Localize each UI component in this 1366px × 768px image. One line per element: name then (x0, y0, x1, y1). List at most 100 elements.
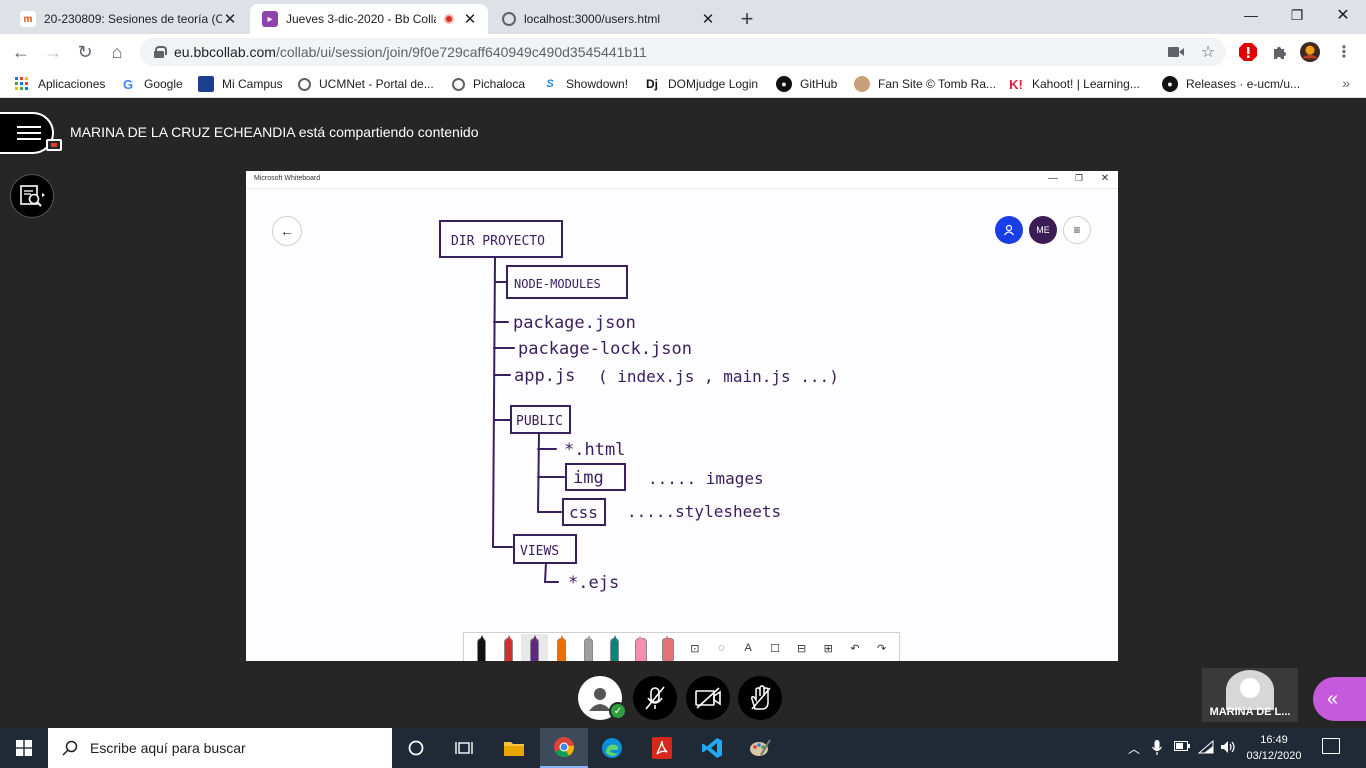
undo-icon[interactable]: ↶ (842, 634, 869, 661)
red-pen-tool[interactable] (495, 634, 522, 661)
moodle-icon: m (20, 11, 36, 27)
forward-button[interactable]: → (40, 39, 66, 65)
new-tab-button[interactable]: + (734, 6, 760, 32)
bookmark-label: Showdown! (566, 77, 629, 91)
reload-button[interactable]: ↻ (72, 39, 98, 65)
participant-avatar (1226, 670, 1274, 710)
microphone-muted-icon (645, 686, 665, 710)
sharing-status-text: MARINA DE LA CRUZ ECHEANDIA está compart… (70, 124, 479, 140)
insert-menu-icon[interactable]: ⊞ (815, 634, 842, 661)
show-hidden-icons-button[interactable]: ︿ (1128, 740, 1140, 757)
whiteboard-canvas[interactable]: ← ME ≡ DIR PROYECTO NODE-MODULES package… (246, 189, 1118, 661)
action-center-icon[interactable] (1322, 738, 1340, 754)
bookmark-ucmnet[interactable]: UCMNet - Portal de... (298, 75, 434, 93)
whiteboard-minimize-button[interactable]: — (1046, 173, 1060, 184)
paint-app[interactable] (736, 728, 784, 768)
images-note: ..... images (648, 469, 764, 488)
close-tab-icon[interactable]: ✕ (700, 10, 716, 28)
back-button[interactable]: ← (8, 39, 34, 65)
cortana-button[interactable] (392, 728, 440, 768)
edge-app[interactable] (588, 728, 636, 768)
taskbar-clock[interactable]: 16:49 03/12/2020 (1244, 732, 1304, 764)
task-view-button[interactable] (440, 728, 488, 768)
bookmark-label: Fan Site © Tomb Ra... (878, 77, 997, 91)
chrome-menu-icon[interactable]: ⋮ (1334, 42, 1354, 62)
bookmark-label: Mi Campus (222, 77, 283, 91)
tab-bb-collaborate[interactable]: ▸ Jueves 3-dic-2020 - Bb Colla ✕ (250, 4, 488, 34)
lasso-icon[interactable]: ◌ (708, 634, 735, 661)
hand-icon (751, 685, 771, 710)
home-button[interactable]: ⌂ (104, 39, 130, 65)
microphone-in-use-icon[interactable] (1151, 740, 1163, 759)
close-window-button[interactable]: ✕ (1320, 0, 1366, 30)
wifi-icon[interactable] (1197, 739, 1214, 757)
bookmark-label: Kahoot! | Learning... (1032, 77, 1140, 91)
whiteboard-inking-toolbar: ⊡ ◌ A ☐ ⊟ ⊞ ↶ ↷ (463, 632, 900, 661)
tab-sesiones-teoria[interactable]: m 20-230809: Sesiones de teoría (C ✕ (8, 4, 248, 34)
bookmark-kahoot[interactable]: K! Kahoot! | Learning... (1008, 75, 1140, 93)
tab-title: 20-230809: Sesiones de teoría (C (44, 12, 222, 26)
camera-button[interactable] (686, 676, 730, 720)
teal-pen-tool[interactable] (601, 634, 628, 661)
close-tab-icon[interactable]: ✕ (462, 10, 478, 28)
url-text: eu.bbcollab.com/collab/ui/session/join/9… (174, 44, 647, 60)
start-button[interactable] (0, 728, 48, 768)
black-pen-tool[interactable] (468, 634, 495, 661)
bookmark-pichaloca[interactable]: Pichaloca (452, 75, 525, 93)
adblock-extension-icon[interactable] (1238, 42, 1258, 62)
redo-icon[interactable]: ↷ (868, 634, 895, 661)
text-tool-icon[interactable]: A (735, 634, 762, 661)
apps-grid-icon (14, 76, 30, 92)
bookmark-mi-campus[interactable]: Mi Campus (198, 75, 283, 93)
bookmark-fan-site[interactable]: Fan Site © Tomb Ra... (854, 75, 996, 93)
insert-image-icon[interactable]: ⊟ (788, 634, 815, 661)
bookmarks-overflow-button[interactable]: » (1342, 75, 1350, 91)
ruler-icon[interactable]: ⊡ (682, 634, 709, 661)
bookmarks-bar: Aplicaciones G Google Mi Campus UCMNet - … (0, 70, 1366, 98)
purple-pen-tool[interactable] (521, 634, 549, 661)
extensions-puzzle-icon[interactable] (1270, 42, 1290, 62)
whiteboard-maximize-button[interactable]: ❐ (1072, 173, 1086, 184)
showdown-icon: S (546, 78, 554, 90)
whiteboard-titlebar: Microsoft Whiteboard — ❐ ✕ (246, 171, 1118, 189)
orange-pen-tool[interactable] (548, 634, 575, 661)
bookmark-aplicaciones[interactable]: Aplicaciones (14, 75, 105, 93)
address-bar[interactable]: eu.bbcollab.com/collab/ui/session/join/9… (140, 38, 1226, 66)
chrome-app[interactable] (540, 728, 588, 768)
maximize-window-button[interactable]: ❐ (1274, 0, 1320, 30)
bookmark-releases[interactable]: ● Releases · e-ucm/u... (1162, 75, 1300, 93)
volume-icon[interactable] (1220, 740, 1238, 757)
recording-badge-icon (46, 139, 62, 151)
eraser-tool[interactable] (655, 634, 682, 661)
taskbar-search-box[interactable]: Escribe aquí para buscar (48, 728, 392, 768)
camera-in-use-icon[interactable] (1166, 42, 1186, 62)
minimize-window-button[interactable]: — (1228, 0, 1274, 30)
inspect-content-button[interactable] (10, 174, 54, 218)
highlighter-tool[interactable] (628, 634, 655, 661)
whiteboard-close-button[interactable]: ✕ (1098, 173, 1112, 184)
profile-avatar[interactable] (1300, 42, 1320, 62)
battery-icon[interactable] (1174, 740, 1190, 754)
open-collaborate-panel-button[interactable]: « (1313, 677, 1366, 721)
participant-tile[interactable]: MARINA DE L... (1202, 668, 1298, 722)
tab-strip: m 20-230809: Sesiones de teoría (C ✕ ▸ J… (0, 0, 1366, 34)
bookmark-google[interactable]: G Google (120, 75, 183, 93)
stylesheets-note: .....stylesheets (627, 502, 781, 521)
bookmark-github[interactable]: ● GitHub (776, 75, 837, 93)
sticky-note-icon[interactable]: ☐ (762, 634, 789, 661)
bookmark-star-icon[interactable]: ☆ (1198, 42, 1218, 62)
gray-pen-tool[interactable] (575, 634, 602, 661)
close-tab-icon[interactable]: ✕ (222, 10, 238, 28)
hamburger-icon (17, 126, 41, 140)
tab-localhost-users[interactable]: localhost:3000/users.html ✕ (490, 4, 726, 34)
bookmark-domjudge[interactable]: Dj DOMjudge Login (644, 75, 758, 93)
globe-icon (298, 77, 311, 91)
microphone-button[interactable] (633, 676, 677, 720)
vscode-app[interactable] (688, 728, 736, 768)
cortana-circle-icon (408, 740, 424, 756)
raise-hand-button[interactable] (738, 676, 782, 720)
bookmark-showdown[interactable]: S Showdown! (542, 75, 628, 93)
public-label: PUBLIC (516, 414, 563, 429)
file-explorer-app[interactable] (490, 728, 538, 768)
acrobat-app[interactable] (638, 728, 686, 768)
